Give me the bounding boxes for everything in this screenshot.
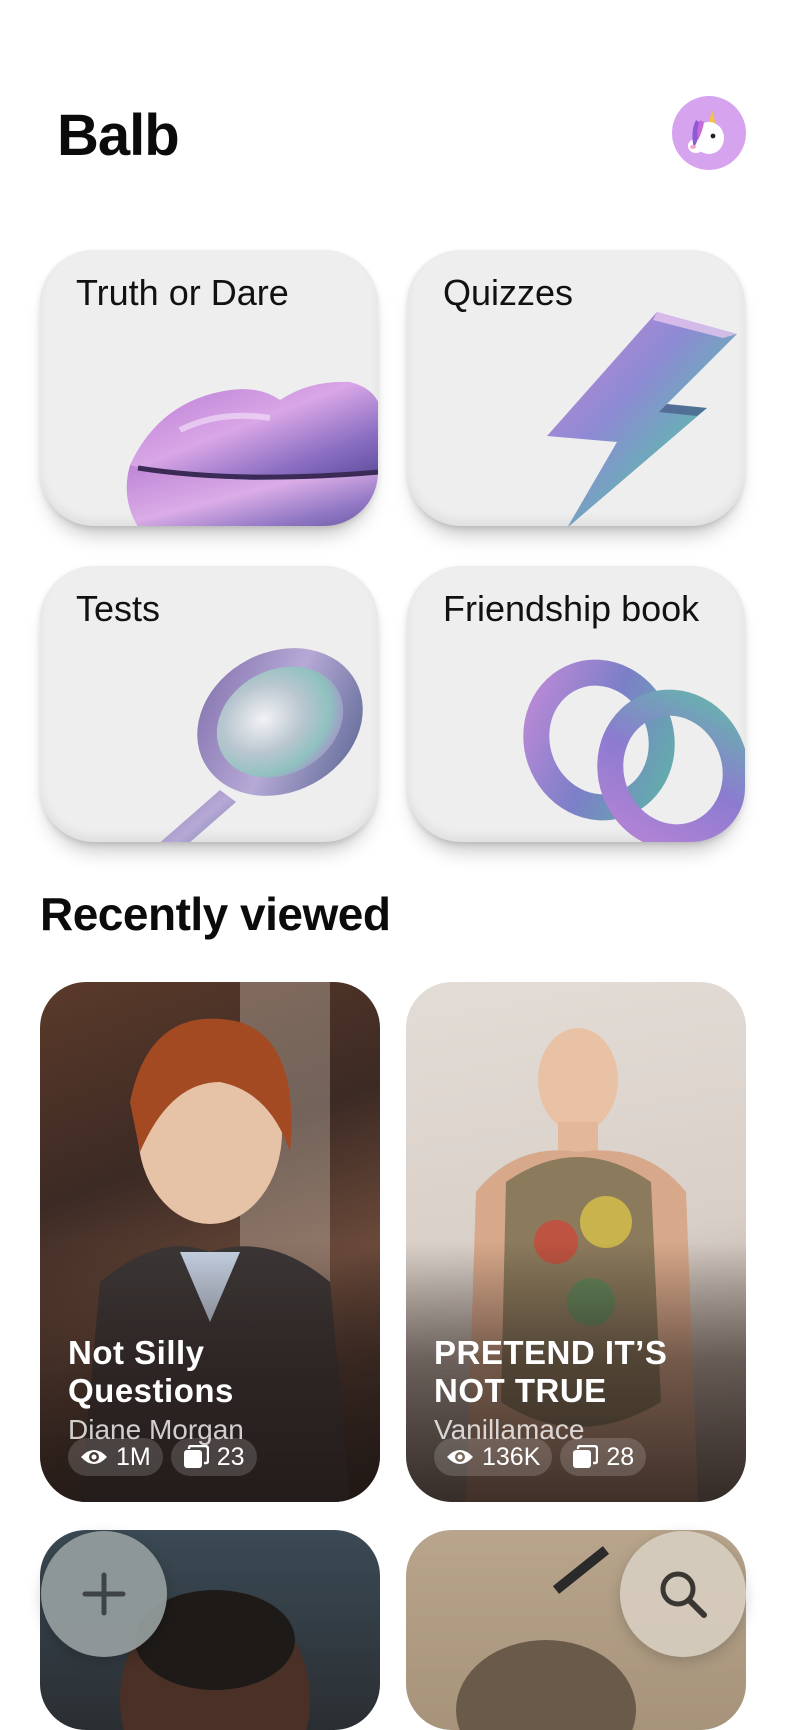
views-count: 136K bbox=[482, 1442, 541, 1471]
recent-card-pretend-its-not-true[interactable]: PRETEND IT’S NOT TRUE Vanillamace 136K 2… bbox=[406, 982, 746, 1502]
cards-count: 28 bbox=[606, 1442, 635, 1471]
lightning-bolt-icon bbox=[547, 312, 737, 526]
recent-card-not-silly-questions[interactable]: Not Silly Questions Diane Morgan 1M 23 bbox=[40, 982, 380, 1502]
lips-icon bbox=[126, 381, 378, 526]
unicorn-icon bbox=[688, 110, 724, 154]
search-icon bbox=[660, 1571, 707, 1618]
category-card-quizzes[interactable]: Quizzes bbox=[407, 250, 745, 526]
profile-avatar[interactable] bbox=[672, 96, 746, 170]
category-label: Quizzes bbox=[443, 272, 574, 313]
plus-icon bbox=[82, 1572, 126, 1616]
add-button[interactable] bbox=[41, 1531, 167, 1657]
category-card-tests[interactable]: Tests bbox=[40, 566, 378, 842]
linked-rings-icon bbox=[523, 659, 745, 842]
category-label: Tests bbox=[76, 588, 161, 629]
category-label: Truth or Dare bbox=[76, 272, 289, 313]
cards-badge: 28 bbox=[560, 1438, 647, 1476]
cards-icon bbox=[183, 1445, 209, 1468]
recently-viewed-title: Recently viewed bbox=[40, 888, 391, 940]
category-card-friendship-book[interactable]: Friendship book bbox=[407, 566, 745, 842]
eye-icon bbox=[447, 1450, 473, 1464]
views-badge: 136K bbox=[434, 1438, 553, 1476]
category-card-truth-or-dare[interactable]: Truth or Dare bbox=[40, 250, 378, 526]
category-label: Friendship book bbox=[443, 588, 700, 629]
cards-badge: 23 bbox=[170, 1438, 257, 1476]
search-button[interactable] bbox=[620, 1531, 746, 1657]
cards-icon bbox=[573, 1445, 599, 1468]
recent-card-stats: 1M 23 bbox=[68, 1438, 257, 1476]
hand-mirror-icon bbox=[160, 648, 363, 842]
eye-icon bbox=[81, 1450, 107, 1464]
recent-card-stats: 136K 28 bbox=[434, 1438, 647, 1476]
views-count: 1M bbox=[116, 1442, 151, 1471]
views-badge: 1M bbox=[68, 1438, 163, 1476]
cards-count: 23 bbox=[216, 1442, 245, 1471]
app-title: Balb bbox=[57, 103, 180, 168]
recent-card-title: Not Silly Questions bbox=[68, 1334, 234, 1409]
recent-card-title: PRETEND IT’S NOT TRUE bbox=[434, 1334, 668, 1409]
